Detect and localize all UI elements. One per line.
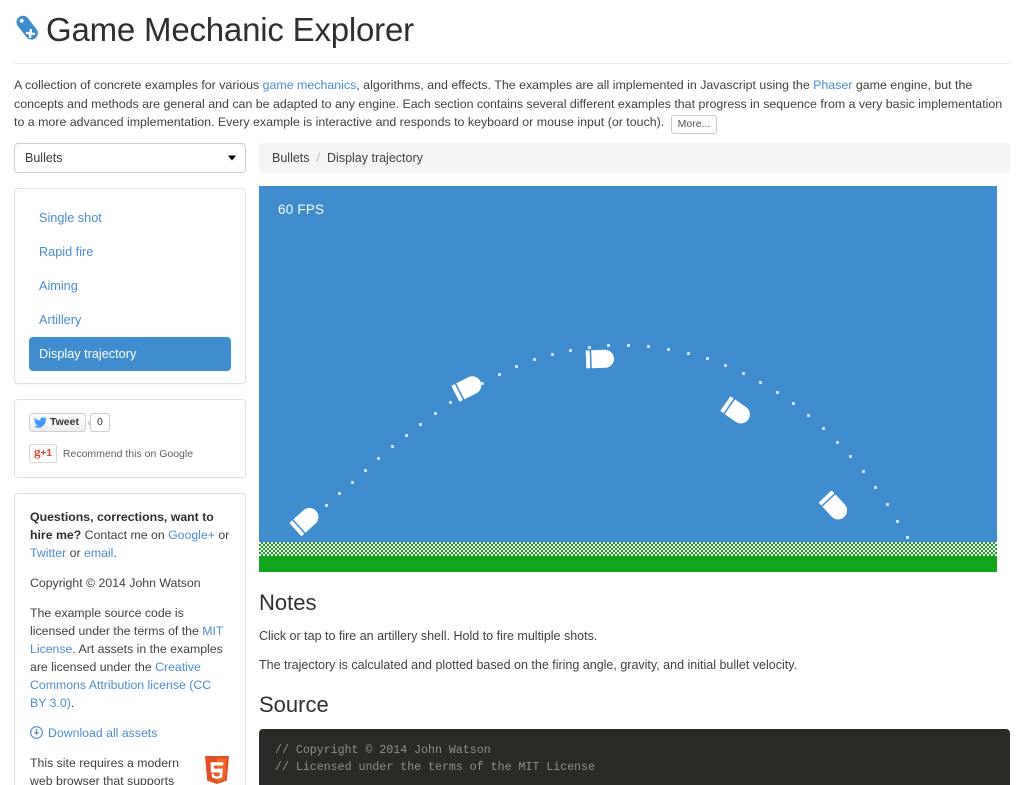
intro-paragraph: A collection of concrete examples for va… (14, 76, 1010, 134)
copyright-text: Copyright © 2014 John Watson (30, 576, 201, 590)
browser-requirement-text: This site requires a modern web browser … (30, 756, 179, 785)
category-select[interactable]: Bullets (14, 143, 246, 173)
tweet-button[interactable]: Tweet (29, 413, 86, 432)
sidebar-item-rapid-fire[interactable]: Rapid fire (29, 235, 231, 269)
link-game-mechanics[interactable]: game mechanics (263, 78, 357, 92)
link-email[interactable]: email (84, 546, 113, 560)
game-canvas[interactable]: 60 FPS (259, 186, 997, 572)
game-scene (259, 186, 997, 572)
example-nav-list: Single shot Rapid fire Aiming Artillery … (15, 189, 245, 383)
contact-text-1: Contact me on (81, 528, 169, 542)
html5-badge-icon (205, 756, 229, 784)
license-text-3: . (70, 696, 75, 710)
contact-text-4: . (113, 546, 117, 560)
tweet-row: Tweet 0 (29, 413, 231, 432)
google-recommend-label: Recommend this on Google (62, 447, 194, 460)
breadcrumb-separator: / (316, 151, 321, 165)
source-heading: Source (259, 692, 329, 717)
contact-paragraph: Questions, corrections, want to hire me?… (30, 508, 230, 562)
header-divider (14, 63, 1010, 64)
contact-text-3: or (66, 546, 84, 560)
link-google-plus[interactable]: Google+ (168, 528, 215, 542)
gplus-row: g +1 Recommend this on Google (29, 444, 231, 463)
notes-paragraph-2: The trajectory is calculated and plotted… (259, 658, 798, 672)
breadcrumb: Bullets / Display trajectory (259, 143, 1010, 173)
social-panel: Tweet 0 g +1 Recommend this on Google (14, 399, 246, 478)
more-button[interactable]: More... (670, 115, 718, 134)
social-buttons: Tweet 0 g +1 Recommend this on Google (15, 400, 245, 477)
notes-paragraph-1: Click or tap to fire an artillery shell.… (259, 629, 598, 643)
source-code-block[interactable]: // Copyright © 2014 John Watson // Licen… (259, 729, 1010, 785)
sidebar-item-display-trajectory[interactable]: Display trajectory (29, 337, 231, 371)
sidebar-item-aiming[interactable]: Aiming (29, 269, 231, 303)
license-paragraph: The example source code is licensed unde… (30, 604, 230, 712)
notes-heading: Notes (259, 590, 317, 615)
contact-text-2: or (214, 528, 230, 542)
license-text-1: The example source code is licensed unde… (30, 606, 203, 638)
breadcrumb-current: Display trajectory (327, 151, 423, 165)
source-line-2: // Licensed under the terms of the MIT L… (275, 761, 596, 774)
source-line-1: // Copyright © 2014 John Watson (275, 744, 491, 757)
info-text-block: Questions, corrections, want to hire me?… (15, 494, 245, 785)
main-content: Bullets / Display trajectory 60 FPS Note… (259, 143, 1010, 785)
sidebar-item-single-shot[interactable]: Single shot (29, 201, 231, 235)
tweet-button-label: Tweet (50, 416, 79, 428)
google-plus-one-button[interactable]: g +1 (29, 444, 57, 463)
link-twitter[interactable]: Twitter (30, 546, 66, 560)
puzzle-piece-icon (16, 15, 38, 40)
download-circle-icon (30, 726, 43, 739)
page-title: Game Mechanic Explorer (46, 11, 414, 48)
info-panel: Questions, corrections, want to hire me?… (14, 493, 246, 785)
breadcrumb-root[interactable]: Bullets (272, 151, 310, 165)
intro-text-1: A collection of concrete examples for va… (14, 78, 263, 92)
nav-panel: Single shot Rapid fire Aiming Artillery … (14, 188, 246, 384)
link-phaser[interactable]: Phaser (813, 78, 852, 92)
site-header: Game Mechanic Explorer (0, 0, 1024, 50)
sidebar: Bullets Single shot Rapid fire Aiming Ar… (14, 143, 246, 785)
intro-text-2: , algorithms, and effects. The examples … (356, 78, 814, 92)
download-assets-link[interactable]: Download all assets (48, 724, 157, 742)
twitter-bird-icon (34, 416, 47, 428)
sidebar-item-artillery[interactable]: Artillery (29, 303, 231, 337)
tweet-count-badge[interactable]: 0 (87, 413, 110, 432)
fps-counter: 60 FPS (278, 202, 325, 217)
plus-one-label: +1 (40, 448, 52, 459)
category-select-value: Bullets (25, 151, 63, 165)
download-assets-row[interactable]: Download all assets (30, 724, 230, 742)
content-columns: Bullets Single shot Rapid fire Aiming Ar… (0, 143, 1024, 785)
game-area: 60 FPS (259, 186, 1010, 572)
chevron-down-icon (228, 155, 236, 161)
browser-requirement-row: This site requires a modern web browser … (30, 754, 230, 785)
page-root: Game Mechanic Explorer A collection of c… (0, 0, 1024, 785)
